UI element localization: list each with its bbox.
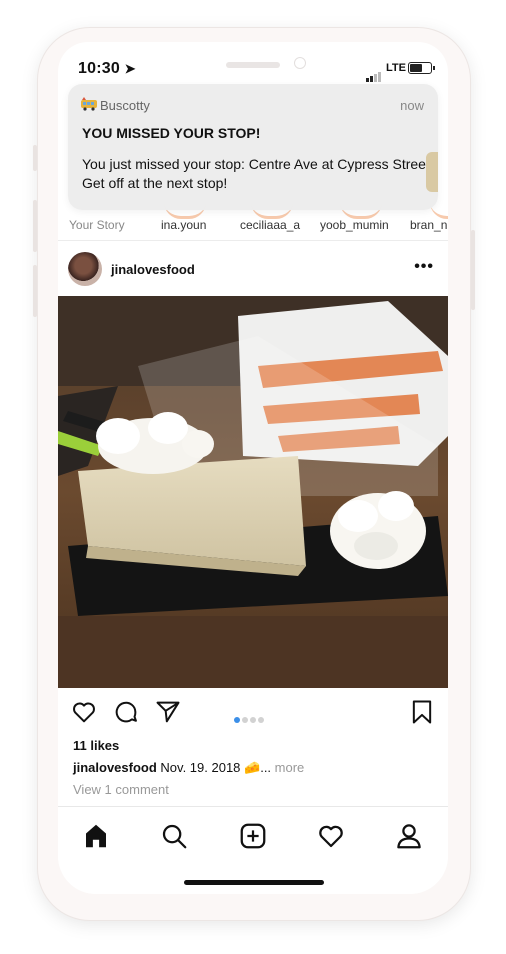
like-heart-icon[interactable]: [70, 698, 98, 726]
comment-icon[interactable]: [112, 698, 140, 726]
share-send-icon[interactable]: [154, 698, 182, 726]
carousel-indicator: [234, 710, 266, 728]
stories-divider: [58, 240, 448, 241]
story-item[interactable]: yoob_mumin: [320, 218, 389, 232]
buscotty-app-icon: [81, 97, 97, 111]
caption-more-link[interactable]: more: [275, 760, 305, 775]
carousel-dot: [250, 717, 256, 723]
carousel-dot: [242, 717, 248, 723]
location-arrow-icon: ➤: [124, 61, 136, 76]
notification-thumbnail: [426, 152, 438, 192]
view-comments-link[interactable]: View 1 comment: [73, 782, 169, 797]
story-your-story[interactable]: Your Story: [69, 218, 125, 232]
post-actions: [58, 694, 448, 732]
avatar[interactable]: [68, 252, 102, 286]
story-item[interactable]: ina.youn: [161, 218, 206, 232]
home-indicator[interactable]: [184, 880, 324, 885]
status-time: 10:30 ➤: [78, 60, 136, 78]
notification-app-name: Buscotty: [100, 98, 150, 113]
profile-icon[interactable]: [394, 821, 424, 851]
speaker-grille: [226, 62, 280, 68]
new-post-icon[interactable]: [238, 821, 268, 851]
home-icon[interactable]: [81, 821, 111, 851]
power-button: [471, 230, 475, 310]
mute-switch: [33, 145, 37, 171]
post-username[interactable]: jinalovesfood: [111, 262, 195, 277]
battery-icon: [408, 62, 435, 74]
post-photo[interactable]: [58, 296, 448, 688]
notification-title: YOU MISSED YOUR STOP!: [82, 125, 261, 141]
notification-body: You just missed your stop: Centre Ave at…: [82, 156, 434, 191]
carousel-dot: [234, 717, 240, 723]
carousel-dot: [258, 717, 264, 723]
post-header: jinalovesfood •••: [58, 248, 448, 292]
search-icon[interactable]: [159, 821, 189, 851]
signal-icon: [366, 64, 382, 82]
volume-up-button: [33, 200, 37, 252]
phone-screen: 10:30 ➤ LTE Your Story ina.youn ceciliaa…: [58, 42, 448, 894]
likes-count[interactable]: 11 likes: [73, 738, 119, 753]
post-caption: jinalovesfood Nov. 19. 2018 🧀... more: [73, 760, 304, 776]
caption-username[interactable]: jinalovesfood: [73, 760, 157, 775]
story-item[interactable]: ceciliaaa_a: [240, 218, 300, 232]
front-camera: [294, 57, 306, 69]
caption-text: Nov. 19. 2018 🧀...: [160, 760, 272, 775]
story-item[interactable]: bran_n: [410, 218, 447, 232]
volume-down-button: [33, 265, 37, 317]
push-notification[interactable]: Buscotty now YOU MISSED YOUR STOP! You j…: [68, 84, 438, 210]
activity-heart-icon[interactable]: [316, 821, 346, 851]
more-options-icon[interactable]: •••: [414, 258, 434, 276]
notification-time: now: [400, 98, 424, 113]
bookmark-icon[interactable]: [408, 698, 436, 726]
cheesecake-photo: [58, 296, 448, 688]
time-text: 10:30: [78, 60, 120, 77]
network-type: LTE: [386, 62, 406, 74]
